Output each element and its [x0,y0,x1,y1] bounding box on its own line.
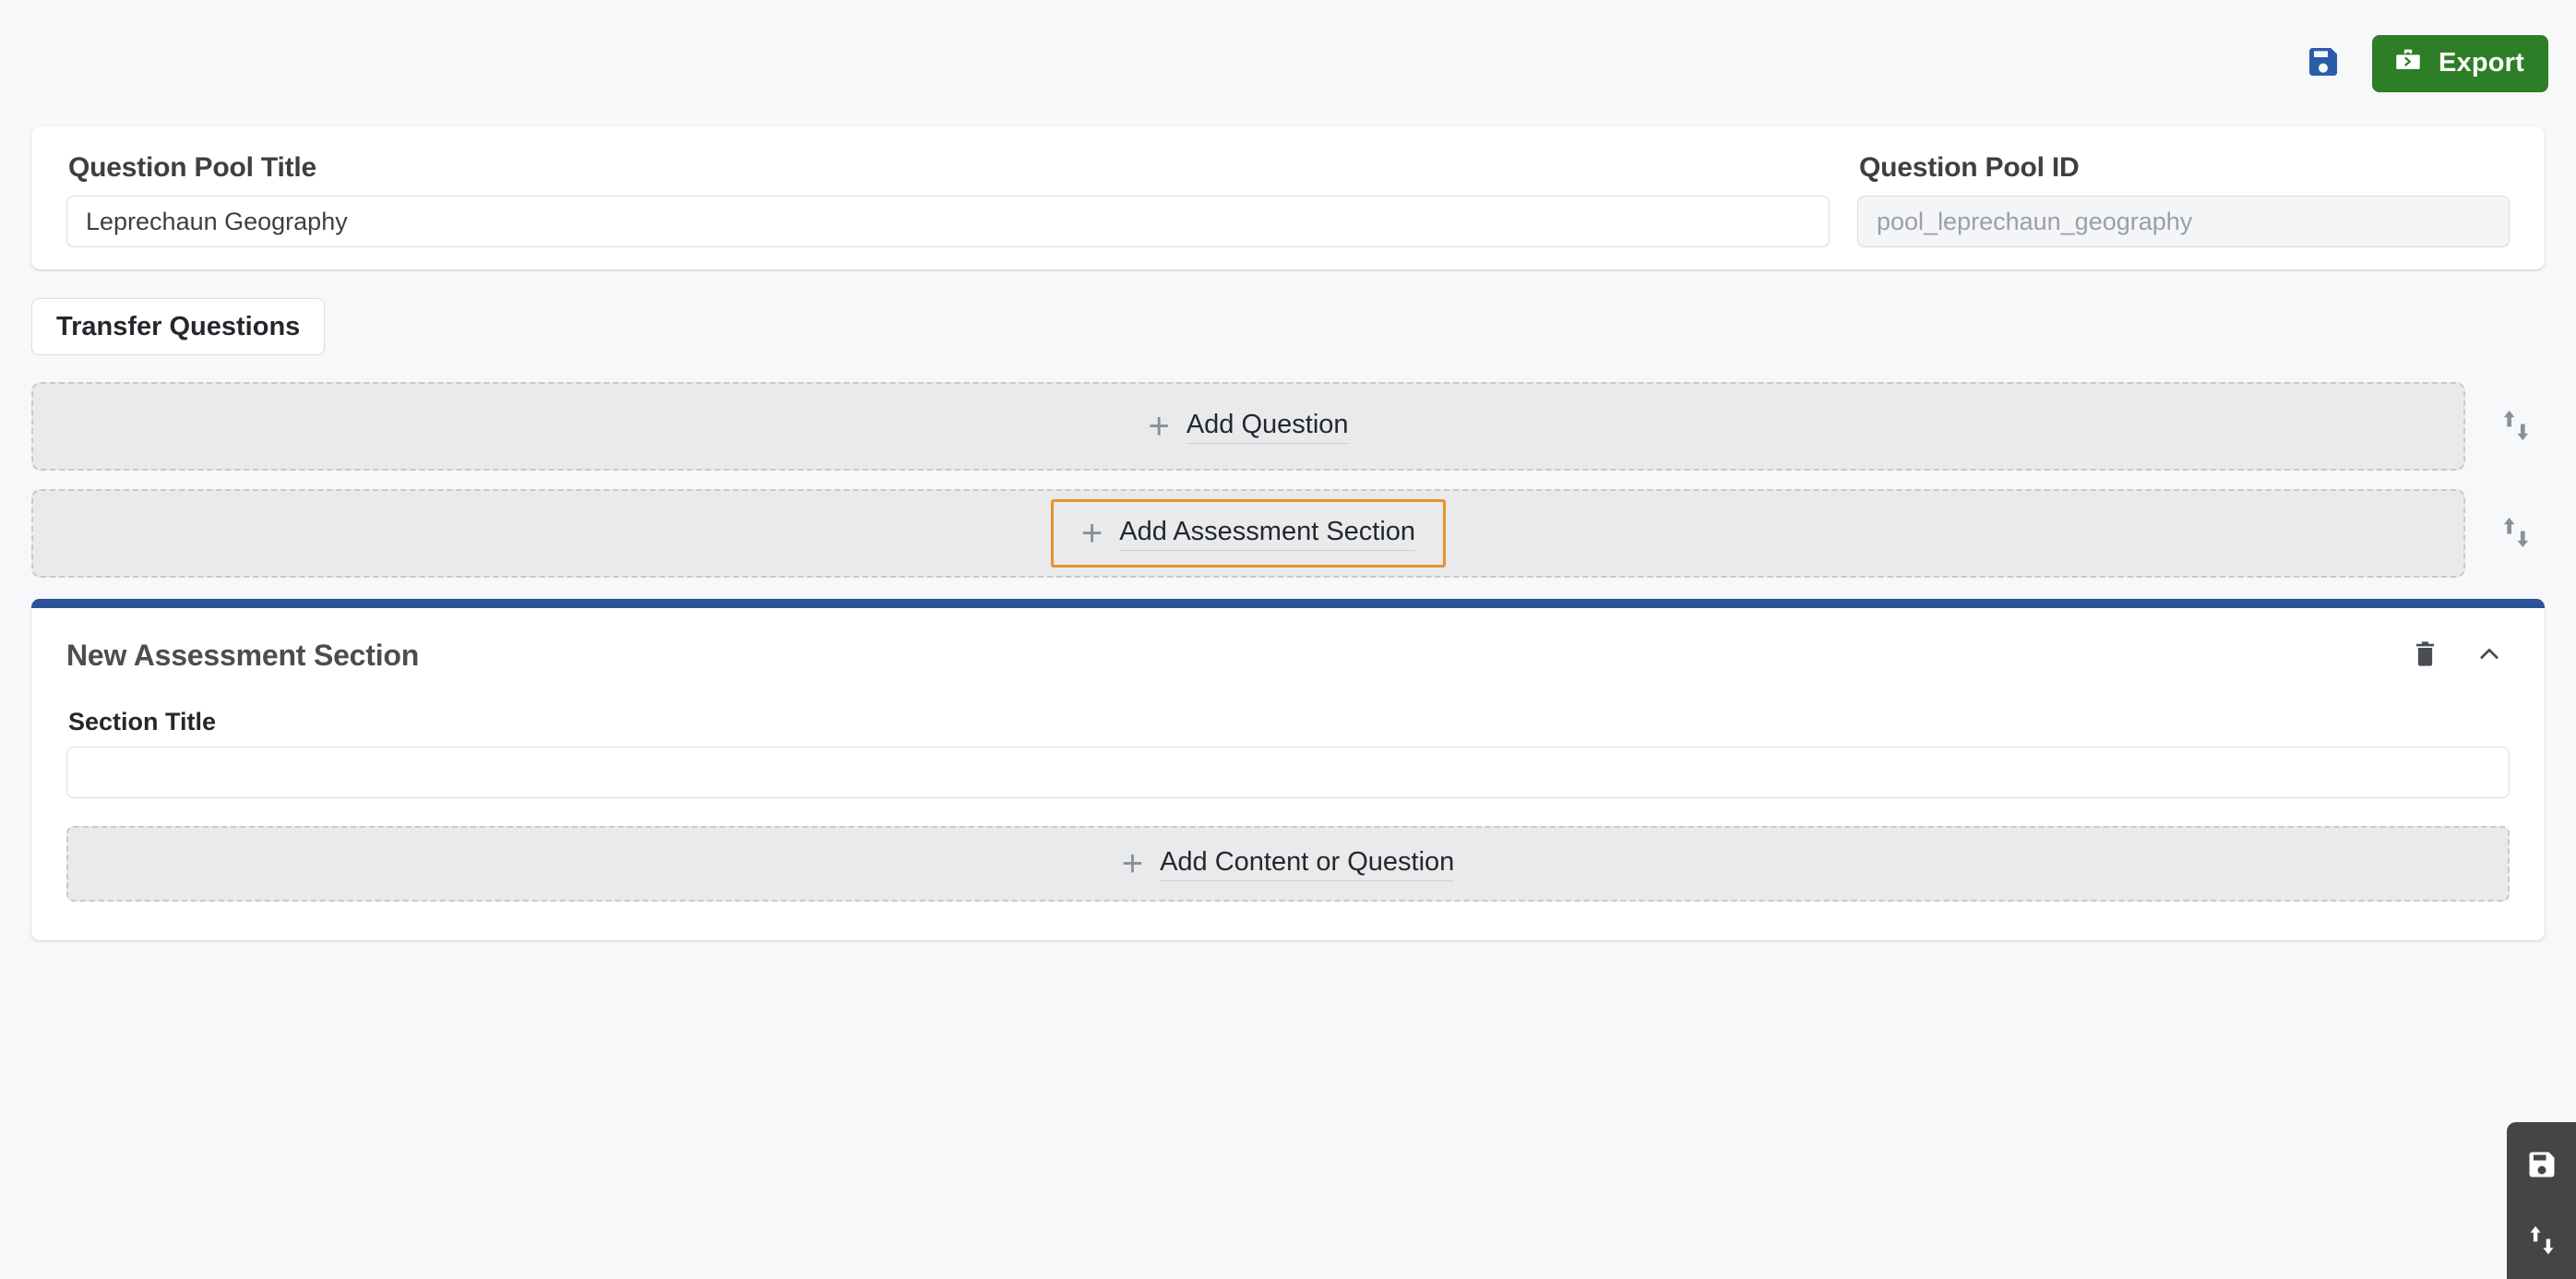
save-floppy-icon [2305,43,2342,83]
add-content-or-question-dropzone[interactable]: + Add Content or Question [66,826,2510,902]
export-button[interactable]: Export [2371,34,2548,92]
dock-reorder-button[interactable] [2521,1220,2563,1262]
sort-up-down-icon [2499,408,2533,446]
save-button[interactable] [2298,39,2348,89]
plus-icon: + [1121,843,1144,884]
add-content-or-question-label: Add Content or Question [1160,847,1455,881]
save-floppy-icon [2525,1148,2558,1184]
add-question-row-wrapper: + Add Question [31,382,2545,471]
question-pool-card: Question Pool Title Question Pool ID [31,126,2545,269]
add-question-dropzone[interactable]: + Add Question [31,382,2465,471]
assessment-section-heading: New Assessment Section [66,638,420,672]
floating-action-dock [2507,1122,2576,1279]
collapse-section-button[interactable] [2471,637,2508,674]
add-assessment-section-label: Add Assessment Section [1119,517,1416,551]
question-pool-title-input[interactable] [66,196,1830,247]
sort-up-down-icon [2526,1224,2558,1260]
reorder-assessment-section-button[interactable] [2487,505,2545,562]
add-question-inner: + Add Question [1129,399,1366,454]
add-assessment-section-dropzone[interactable]: + Add Assessment Section [31,489,2465,578]
question-pool-id-field: Question Pool ID [1857,152,2510,247]
section-title-input[interactable] [66,747,2510,798]
question-pool-title-field: Question Pool Title [66,152,1830,247]
add-question-label: Add Question [1186,410,1349,444]
add-assessment-section-inner[interactable]: + Add Assessment Section [1050,499,1447,568]
assessment-section-card: New Assessment Section Section Title + A… [31,599,2545,940]
plus-icon: + [1148,406,1170,447]
top-toolbar: Export [0,0,2576,126]
assessment-section-header: New Assessment Section [66,608,2510,674]
transfer-questions-button[interactable]: Transfer Questions [31,298,326,355]
add-content-or-question-inner: + Add Content or Question [1103,836,1473,891]
section-title-label: Section Title [68,708,217,735]
sort-up-down-icon [2499,515,2533,553]
question-pool-id-label: Question Pool ID [1859,152,2080,183]
add-assessment-section-row-wrapper: + Add Assessment Section [31,489,2545,578]
assessment-section-header-actions [2406,637,2510,674]
question-pool-id-input[interactable] [1857,196,2510,247]
plus-icon: + [1080,513,1103,554]
trash-icon [2412,640,2439,671]
chevron-up-icon [2476,641,2502,670]
dock-save-button[interactable] [2521,1144,2563,1187]
transfer-questions-row: Transfer Questions [31,298,2545,355]
delete-section-button[interactable] [2406,637,2443,674]
question-pool-title-label: Question Pool Title [68,152,316,183]
export-button-label: Export [2438,48,2524,78]
export-briefcase-icon [2392,44,2424,83]
reorder-question-button[interactable] [2487,398,2545,455]
